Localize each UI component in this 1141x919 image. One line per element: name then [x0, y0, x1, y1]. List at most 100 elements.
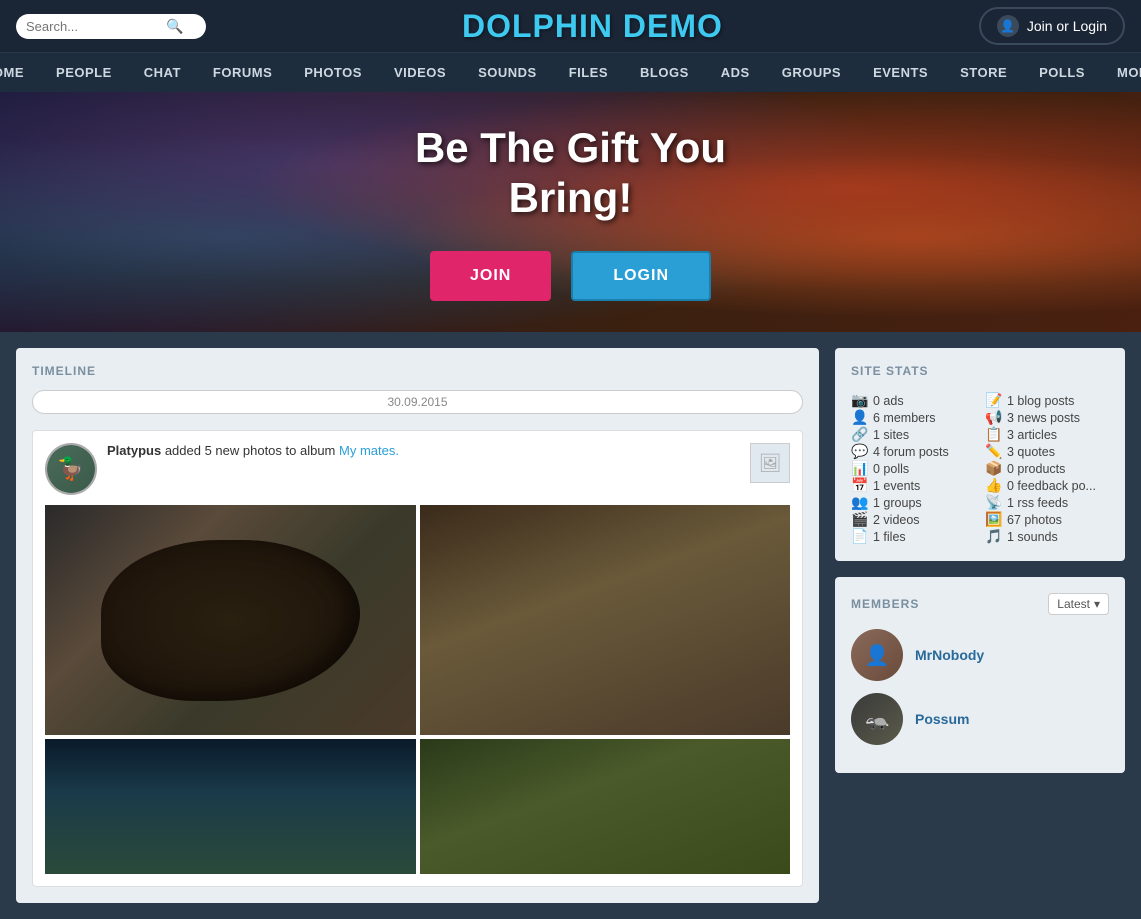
nav-forums[interactable]: FORUMS — [197, 53, 288, 92]
post-action: added 5 new photos to album — [165, 443, 339, 458]
nav-photos[interactable]: PHOTOS — [288, 53, 378, 92]
main-content: TIMELINE 30.09.2015 🦆 Platypus added 5 n… — [0, 332, 1141, 919]
nav-ads[interactable]: ADS — [705, 53, 766, 92]
timeline-post: 🦆 Platypus added 5 new photos to album M… — [32, 430, 803, 887]
avatar-image-possum: 🦡 — [851, 693, 903, 745]
events-icon: 📅 — [851, 477, 867, 494]
stat-quotes: ✏️ 3 quotes — [985, 443, 1109, 460]
stat-sounds: 🎵 1 sounds — [985, 528, 1109, 545]
ads-icon: 📷 — [851, 392, 867, 409]
photo-grid — [45, 505, 790, 874]
stat-members: 👤 6 members — [851, 409, 975, 426]
member-item: 👤 MrNobody — [851, 629, 1109, 681]
member-avatar-mrnobody[interactable]: 👤 — [851, 629, 903, 681]
stat-articles: 📋 3 articles — [985, 426, 1109, 443]
login-button[interactable]: LOGIN — [571, 251, 711, 301]
search-button[interactable]: 🔍 — [166, 18, 183, 35]
photo-4[interactable] — [420, 739, 791, 874]
members-label: MEMBERS — [851, 597, 919, 611]
stat-polls: 📊 0 polls — [851, 460, 975, 477]
platypus-photo-1 — [45, 505, 416, 735]
stat-ads: 📷 0 ads — [851, 392, 975, 409]
right-sidebar: SITE STATS 📷 0 ads 👤 6 members 🔗 1 sites — [835, 348, 1125, 903]
hero-title: Be The Gift You Bring! — [415, 123, 726, 224]
photos-icon: 🖼️ — [985, 511, 1001, 528]
stats-col1: 📷 0 ads 👤 6 members 🔗 1 sites 💬 4 forum … — [851, 392, 975, 545]
stat-videos: 🎬 2 videos — [851, 511, 975, 528]
products-icon: 📦 — [985, 460, 1001, 477]
stat-rss: 📡 1 rss feeds — [985, 494, 1109, 511]
groups-icon: 👥 — [851, 494, 867, 511]
avatar-image: 🦆 — [47, 445, 95, 493]
nav-groups[interactable]: GROUPS — [766, 53, 857, 92]
nav-blogs[interactable]: BLOGS — [624, 53, 705, 92]
nav-more[interactable]: MORE — [1101, 53, 1141, 92]
nav-events[interactable]: EVENTS — [857, 53, 944, 92]
stat-events: 📅 1 events — [851, 477, 975, 494]
quotes-icon: ✏️ — [985, 443, 1001, 460]
stat-blog-posts: 📝 1 blog posts — [985, 392, 1109, 409]
rss-icon: 📡 — [985, 494, 1001, 511]
timeline-panel: TIMELINE 30.09.2015 🦆 Platypus added 5 n… — [16, 348, 819, 903]
nav-store[interactable]: STORE — [944, 53, 1023, 92]
forum-icon: 💬 — [851, 443, 867, 460]
post-header: 🦆 Platypus added 5 new photos to album M… — [45, 443, 790, 495]
site-title: DOLPHIN DEMO — [462, 8, 723, 45]
feedback-icon: 👍 — [985, 477, 1001, 494]
stats-label: SITE STATS — [851, 364, 1109, 378]
nav-polls[interactable]: POLLS — [1023, 53, 1101, 92]
members-header: MEMBERS Latest ▾ — [851, 593, 1109, 615]
chevron-down-icon: ▾ — [1094, 597, 1100, 611]
members-filter-dropdown[interactable]: Latest ▾ — [1048, 593, 1109, 615]
members-icon: 👤 — [851, 409, 867, 426]
post-image-placeholder: 🖼 — [750, 443, 790, 483]
member-name-possum[interactable]: Possum — [915, 711, 969, 727]
stat-sites: 🔗 1 sites — [851, 426, 975, 443]
platypus-photo-4 — [420, 739, 791, 874]
sounds-icon: 🎵 — [985, 528, 1001, 545]
user-icon: 👤 — [997, 15, 1019, 37]
sites-icon: 🔗 — [851, 426, 867, 443]
post-author-name[interactable]: Platypus — [107, 443, 161, 458]
stats-grid: 📷 0 ads 👤 6 members 🔗 1 sites 💬 4 forum … — [851, 392, 1109, 545]
nav-home[interactable]: HOME — [0, 53, 40, 92]
nav-videos[interactable]: VIDEOS — [378, 53, 462, 92]
hero-banner: Be The Gift You Bring! JOIN LOGIN — [0, 92, 1141, 332]
hero-buttons: JOIN LOGIN — [415, 251, 726, 301]
stat-files: 📄 1 files — [851, 528, 975, 545]
stats-col2: 📝 1 blog posts 📢 3 news posts 📋 3 articl… — [985, 392, 1109, 545]
files-icon: 📄 — [851, 528, 867, 545]
main-nav: HOME PEOPLE CHAT FORUMS PHOTOS VIDEOS SO… — [0, 52, 1141, 92]
header: 🔍 DOLPHIN DEMO 👤 Join or Login — [0, 0, 1141, 52]
member-name-mrnobody[interactable]: MrNobody — [915, 647, 984, 663]
post-author-avatar[interactable]: 🦆 — [45, 443, 97, 495]
member-avatar-possum[interactable]: 🦡 — [851, 693, 903, 745]
member-item-possum: 🦡 Possum — [851, 693, 1109, 745]
avatar-image-mrnobody: 👤 — [851, 629, 903, 681]
stat-forum-posts: 💬 4 forum posts — [851, 443, 975, 460]
stat-news-posts: 📢 3 news posts — [985, 409, 1109, 426]
nav-people[interactable]: PEOPLE — [40, 53, 128, 92]
join-button[interactable]: JOIN — [430, 251, 551, 301]
join-login-button[interactable]: 👤 Join or Login — [979, 7, 1125, 45]
photo-2[interactable] — [420, 505, 791, 735]
photo-3[interactable] — [45, 739, 416, 874]
search-box[interactable]: 🔍 — [16, 14, 206, 39]
nav-chat[interactable]: CHAT — [128, 53, 197, 92]
articles-icon: 📋 — [985, 426, 1001, 443]
post-text: Platypus added 5 new photos to album My … — [107, 443, 740, 458]
platypus-photo-2 — [420, 505, 791, 735]
polls-icon: 📊 — [851, 460, 867, 477]
blog-icon: 📝 — [985, 392, 1001, 409]
stat-feedback: 👍 0 feedback po... — [985, 477, 1109, 494]
stats-panel: SITE STATS 📷 0 ads 👤 6 members 🔗 1 sites — [835, 348, 1125, 561]
stat-products: 📦 0 products — [985, 460, 1109, 477]
photo-1[interactable] — [45, 505, 416, 735]
platypus-photo-3 — [45, 739, 416, 874]
stat-photos: 🖼️ 67 photos — [985, 511, 1109, 528]
nav-files[interactable]: FILES — [553, 53, 624, 92]
nav-sounds[interactable]: SOUNDS — [462, 53, 553, 92]
hero-content: Be The Gift You Bring! JOIN LOGIN — [415, 123, 726, 302]
search-input[interactable] — [26, 19, 166, 34]
post-album-link[interactable]: My mates. — [339, 443, 399, 458]
